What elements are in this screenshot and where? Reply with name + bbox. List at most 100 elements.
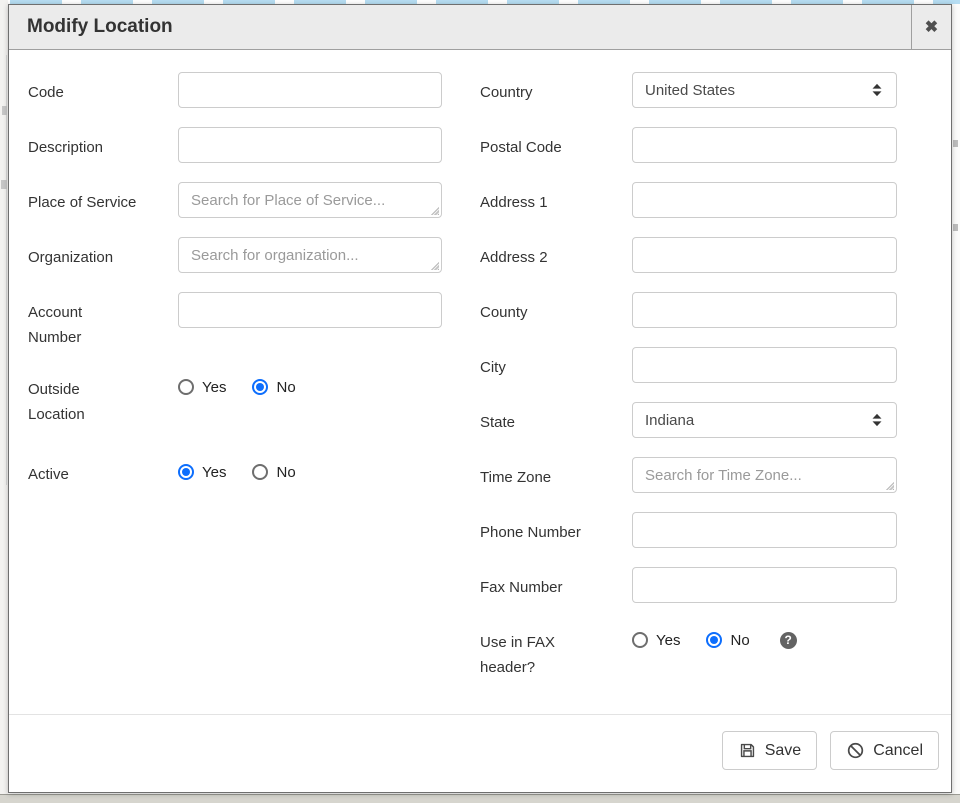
state-selected-value: Indiana: [645, 412, 870, 429]
radio-unchecked-icon: [252, 464, 268, 480]
code-input[interactable]: [178, 72, 442, 108]
account-number-input[interactable]: [178, 292, 442, 328]
fax-number-input[interactable]: [632, 567, 897, 603]
help-icon[interactable]: ?: [780, 632, 797, 649]
code-label: Code: [28, 72, 178, 108]
select-updown-arrows-icon: [870, 412, 884, 428]
address-1-control: [632, 182, 897, 218]
outside-location-label: Outside Location: [28, 369, 178, 427]
phone-number-control: [632, 512, 897, 548]
organization-placeholder: Search for organization...: [191, 247, 359, 264]
save-button[interactable]: Save: [722, 731, 817, 770]
place-of-service-label: Place of Service: [28, 182, 178, 218]
close-icon: ✖: [925, 17, 938, 37]
address-2-label: Address 2: [480, 237, 632, 273]
state-select[interactable]: Indiana: [632, 402, 897, 438]
outside-location-radio-no[interactable]: No: [252, 379, 295, 396]
form-row-description: Description: [28, 127, 480, 163]
description-label: Description: [28, 127, 178, 163]
description-control: [178, 127, 442, 163]
description-input[interactable]: [178, 127, 442, 163]
radio-checked-icon: [252, 379, 268, 395]
city-control: [632, 347, 897, 383]
time-zone-label: Time Zone: [480, 457, 632, 493]
phone-number-label: Phone Number: [480, 512, 632, 548]
country-label: Country: [480, 72, 632, 108]
radio-unchecked-icon: [178, 379, 194, 395]
active-radio-no[interactable]: No: [252, 464, 295, 481]
form-row-organization: Organization Search for organization...: [28, 237, 480, 273]
form-row-account-number: Account Number: [28, 292, 480, 350]
city-label: City: [480, 347, 632, 383]
organization-label: Organization: [28, 237, 178, 273]
modify-location-modal: Modify Location ✖ Code Description Place o…: [8, 4, 952, 793]
county-input[interactable]: [632, 292, 897, 328]
form-row-address-1: Address 1: [480, 182, 926, 218]
close-button[interactable]: ✖: [911, 5, 951, 49]
address-1-label: Address 1: [480, 182, 632, 218]
background-bottom-bar: [0, 794, 960, 803]
use-in-fax-header-radio-no[interactable]: No: [706, 632, 749, 649]
active-radio-label-yes: Yes: [202, 464, 226, 481]
code-control: [178, 72, 442, 108]
account-number-label: Account Number: [28, 292, 178, 350]
use-in-fax-header-radio-yes[interactable]: Yes: [632, 632, 680, 649]
outside-location-radio-yes[interactable]: Yes: [178, 379, 226, 396]
form-row-outside-location: Outside Location Yes No: [28, 369, 480, 427]
time-zone-placeholder: Search for Time Zone...: [645, 467, 802, 484]
form-row-code: Code: [28, 72, 480, 108]
form-row-postal-code: Postal Code: [480, 127, 926, 163]
outside-location-control: Yes No: [178, 369, 322, 405]
time-zone-search-input[interactable]: Search for Time Zone...: [632, 457, 897, 493]
country-selected-value: United States: [645, 82, 870, 99]
fax-number-label: Fax Number: [480, 567, 632, 603]
country-control: United States: [632, 72, 897, 108]
form-row-phone-number: Phone Number: [480, 512, 926, 548]
modal-title: Modify Location: [9, 5, 911, 49]
use-in-fax-header-radio-label-yes: Yes: [656, 632, 680, 649]
state-label: State: [480, 402, 632, 438]
address-2-control: [632, 237, 897, 273]
outside-location-radio-label-yes: Yes: [202, 379, 226, 396]
place-of-service-placeholder: Search for Place of Service...: [191, 192, 385, 209]
city-input[interactable]: [632, 347, 897, 383]
background-right-strip: [952, 4, 960, 794]
form-row-country: Country United States: [480, 72, 926, 108]
radio-checked-icon: [706, 632, 722, 648]
account-number-control: [178, 292, 442, 350]
use-in-fax-header-control: Yes No?: [632, 622, 797, 658]
radio-unchecked-icon: [632, 632, 648, 648]
form-row-county: County: [480, 292, 926, 328]
form-row-place-of-service: Place of Service Search for Place of Serv…: [28, 182, 480, 218]
form-row-city: City: [480, 347, 926, 383]
form-row-time-zone: Time Zone Search for Time Zone...: [480, 457, 926, 493]
use-in-fax-header-radio-label-no: No: [730, 632, 749, 649]
resize-grip-icon: [430, 206, 439, 215]
organization-search-input[interactable]: Search for organization...: [178, 237, 442, 273]
address-2-input[interactable]: [632, 237, 897, 273]
county-control: [632, 292, 897, 328]
address-1-input[interactable]: [632, 182, 897, 218]
form-column-left: Code Description Place of Service Search fo…: [28, 72, 480, 714]
cancel-icon: [846, 741, 865, 760]
resize-grip-icon: [885, 481, 894, 490]
cancel-button[interactable]: Cancel: [830, 731, 939, 770]
fax-number-control: [632, 567, 897, 603]
active-label: Active: [28, 454, 178, 490]
country-select[interactable]: United States: [632, 72, 897, 108]
active-radio-yes[interactable]: Yes: [178, 464, 226, 481]
radio-checked-icon: [178, 464, 194, 480]
place-of-service-search-input[interactable]: Search for Place of Service...: [178, 182, 442, 218]
phone-number-input[interactable]: [632, 512, 897, 548]
modal-footer: Save Cancel: [9, 714, 951, 792]
postal-code-label: Postal Code: [480, 127, 632, 163]
postal-code-input[interactable]: [632, 127, 897, 163]
save-icon: [738, 741, 757, 760]
form-row-state: State Indiana: [480, 402, 926, 438]
save-button-label: Save: [765, 742, 801, 760]
modal-body: Code Description Place of Service Search fo…: [9, 50, 951, 714]
resize-grip-icon: [430, 261, 439, 270]
active-control: Yes No: [178, 454, 322, 490]
time-zone-control: Search for Time Zone...: [632, 457, 897, 493]
modal-header: Modify Location ✖: [9, 5, 951, 50]
